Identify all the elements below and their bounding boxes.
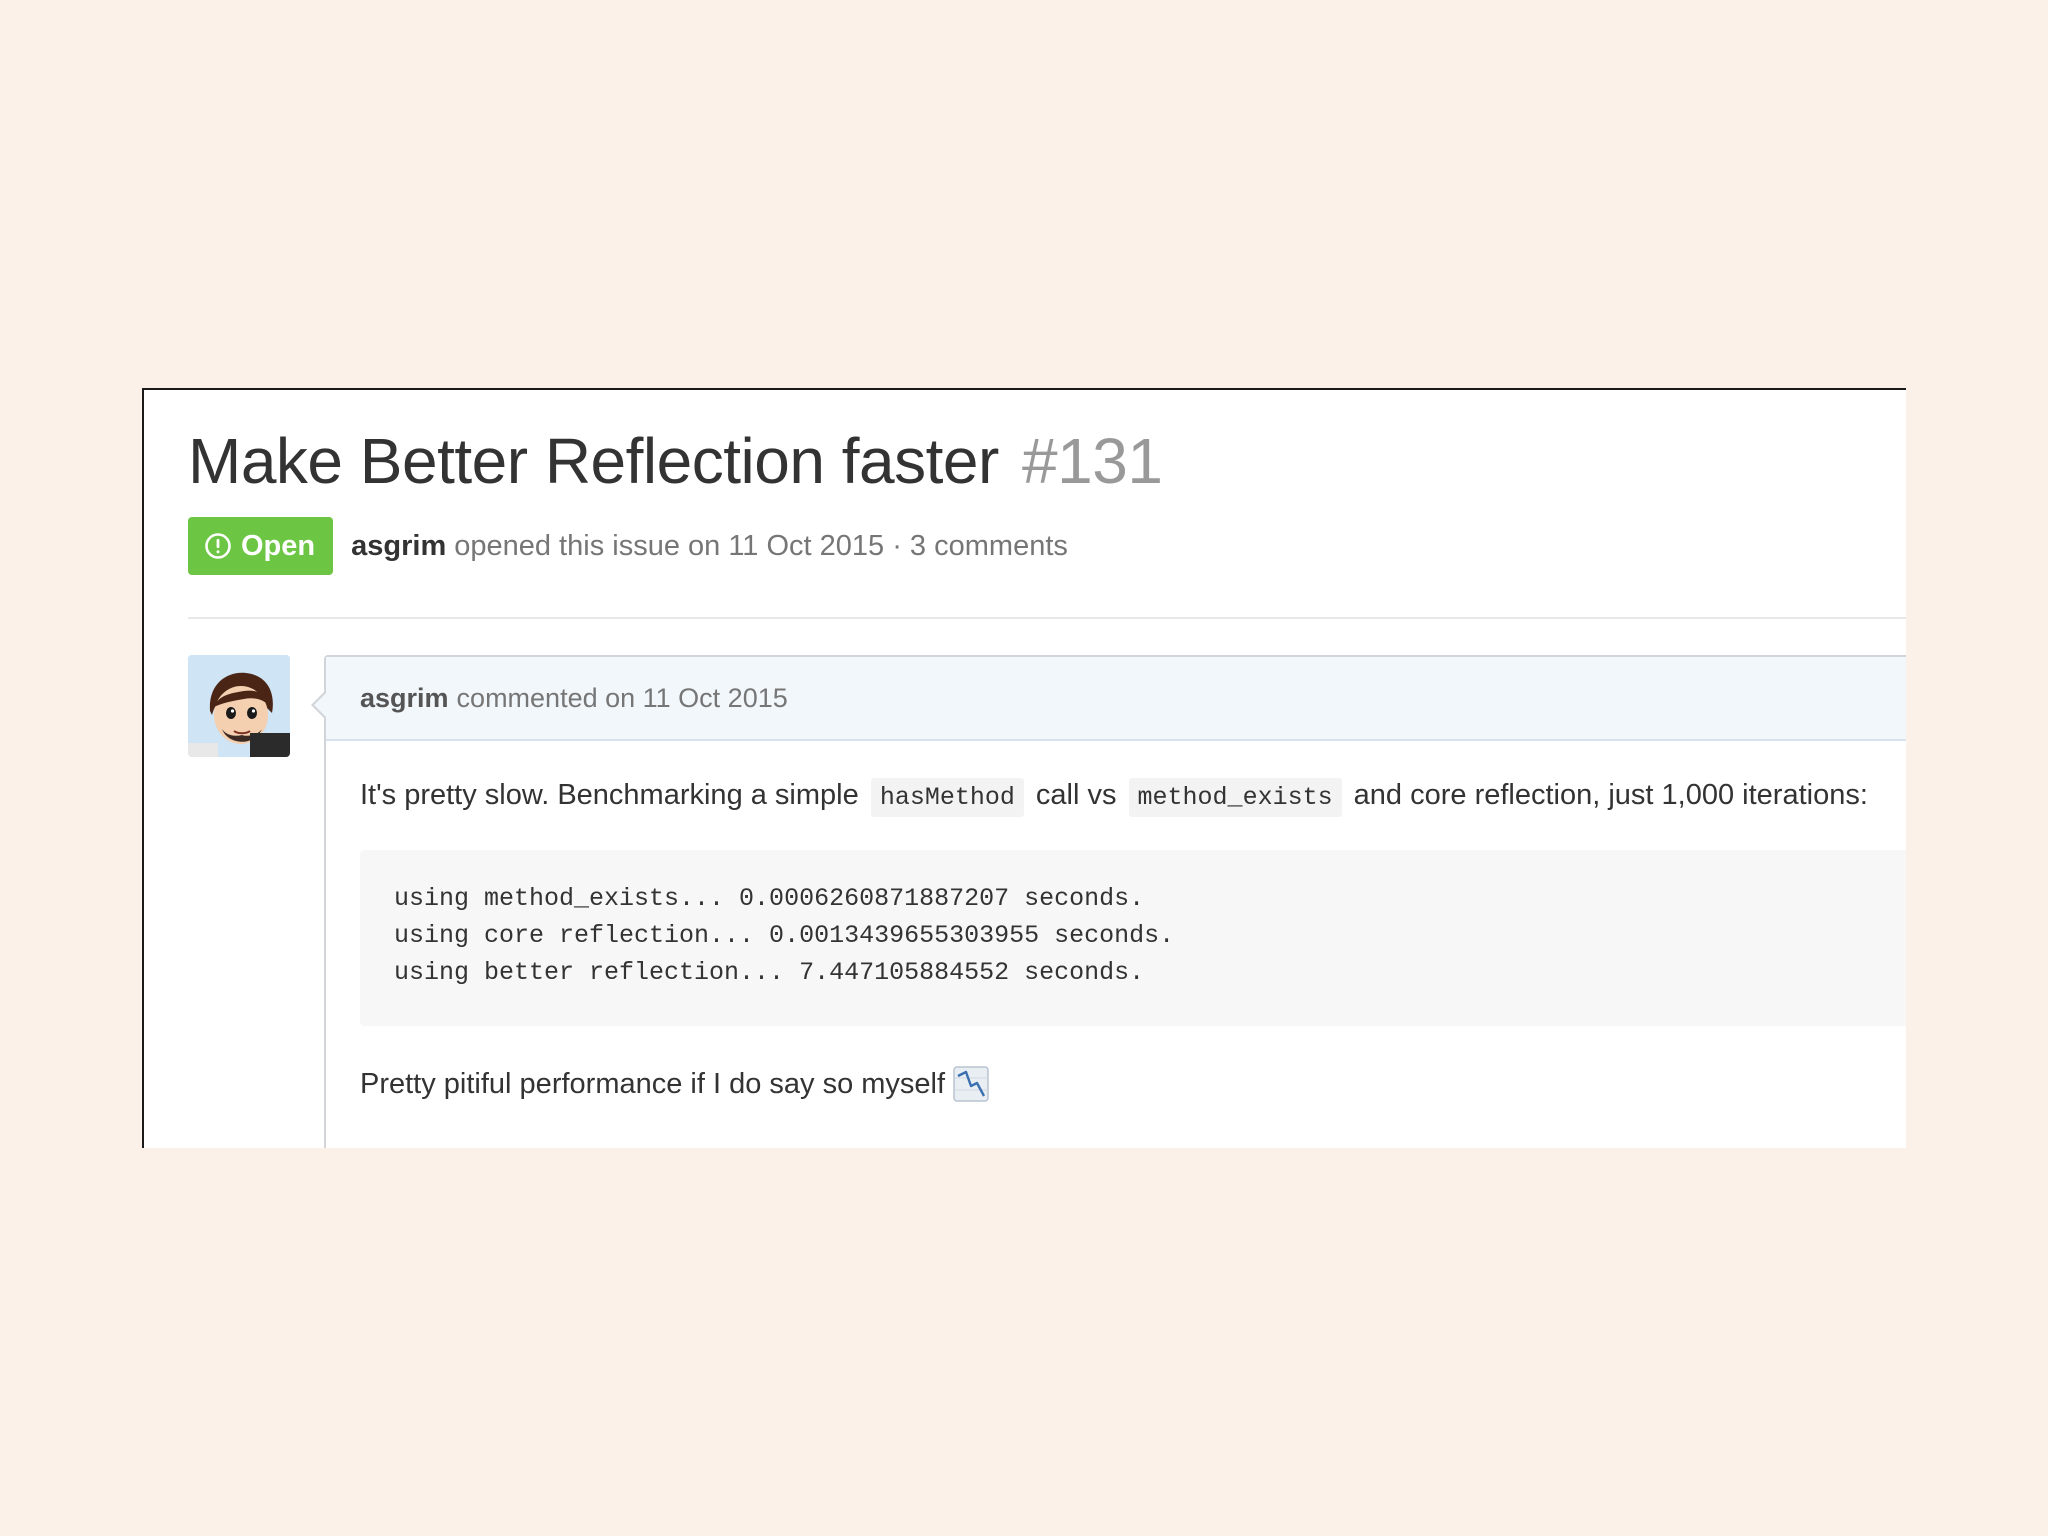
inline-code: method_exists bbox=[1128, 778, 1342, 817]
paragraph-text: Pretty pitiful performance if I do say s… bbox=[360, 1067, 946, 1100]
issue-opened-icon bbox=[205, 533, 231, 559]
paragraph-text: and core reflection, just 1,000 iteratio… bbox=[1353, 779, 1868, 811]
code-line: using better reflection... 7.44710588455… bbox=[394, 958, 1145, 987]
avatar[interactable] bbox=[188, 655, 290, 757]
issue-meta-details: opened this issue on 11 Oct 2015 · 3 com… bbox=[454, 529, 1068, 562]
comment-author-link[interactable]: asgrim bbox=[360, 683, 449, 714]
issue-title-text: Make Better Reflection faster bbox=[188, 425, 999, 497]
comment-body: It's pretty slow. Benchmarking a simple … bbox=[326, 778, 1906, 1102]
avatar-image bbox=[188, 655, 290, 757]
code-line: using method_exists... 0.000626087188720… bbox=[394, 884, 1145, 913]
issue-page: Make Better Reflection faster #131 Open … bbox=[142, 388, 1906, 1148]
comment-timestamp[interactable]: commented on 11 Oct 2015 bbox=[457, 683, 788, 714]
issue-meta: Open asgrim opened this issue on 11 Oct 2… bbox=[188, 516, 1068, 576]
issue-number: #131 bbox=[1022, 425, 1163, 497]
state-label: Open bbox=[241, 529, 316, 562]
comment-paragraph: It's pretty slow. Benchmarking a simple … bbox=[360, 778, 1906, 817]
comment-paragraph: Pretty pitiful performance if I do say s… bbox=[360, 1066, 1906, 1102]
code-line: using core reflection... 0.0013439655303… bbox=[394, 921, 1175, 950]
code-block: using method_exists... 0.000626087188720… bbox=[360, 850, 1906, 1026]
chart-decreasing-icon bbox=[953, 1066, 989, 1102]
comment: asgrim commented on 11 Oct 2015 It's pret… bbox=[311, 655, 1906, 1148]
issue-author-link[interactable]: asgrim bbox=[351, 530, 446, 562]
paragraph-text: call vs bbox=[1035, 779, 1117, 811]
paragraph-text: It's pretty slow. Benchmarking a simple bbox=[360, 779, 859, 811]
issue-title: Make Better Reflection faster #131 bbox=[188, 424, 1163, 498]
inline-code: hasMethod bbox=[870, 778, 1024, 817]
comment-header: asgrim commented on 11 Oct 2015 bbox=[326, 657, 1906, 741]
state-badge: Open bbox=[188, 517, 334, 575]
header-divider bbox=[188, 617, 1906, 619]
issue-meta-text: asgrim opened this issue on 11 Oct 2015 ·… bbox=[351, 530, 1068, 563]
